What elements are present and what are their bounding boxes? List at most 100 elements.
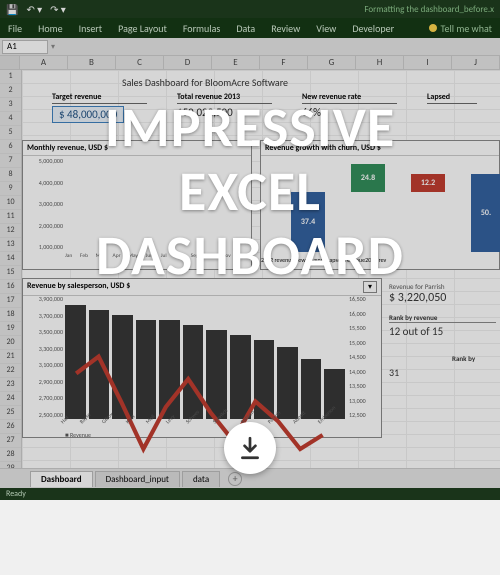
col-header[interactable]: H bbox=[356, 56, 404, 69]
col-header[interactable]: B bbox=[68, 56, 116, 69]
sheet-tab-dashboard-input[interactable]: Dashboard_input bbox=[95, 471, 180, 487]
row-header[interactable]: 22 bbox=[0, 364, 21, 378]
window-titlebar: 💾 ↶ ▾ ↷ ▾ Formatting the dashboard_befor… bbox=[0, 0, 500, 18]
row-header[interactable]: 1 bbox=[0, 70, 21, 84]
row-header[interactable]: 6 bbox=[0, 140, 21, 154]
row-header[interactable]: 8 bbox=[0, 168, 21, 182]
row-headers: 1234567891011121314151617181920212223242… bbox=[0, 70, 22, 468]
chart-legend: ■ Revenue bbox=[65, 431, 91, 439]
tab-data[interactable]: Data bbox=[236, 22, 255, 35]
row-header[interactable]: 12 bbox=[0, 224, 21, 238]
col-header[interactable]: A bbox=[20, 56, 68, 69]
row-header[interactable]: 19 bbox=[0, 322, 21, 336]
row-header[interactable]: 11 bbox=[0, 210, 21, 224]
new-sheet-icon[interactable]: + bbox=[228, 472, 242, 486]
col-header[interactable]: C bbox=[116, 56, 164, 69]
kpi-lapsed: Lapsed bbox=[427, 92, 477, 123]
kpi-total-revenue: Total revenue 2013 $50,023,500 bbox=[177, 92, 272, 123]
select-all-triangle[interactable] bbox=[0, 56, 20, 69]
row-header[interactable]: 5 bbox=[0, 126, 21, 140]
row-header[interactable]: 7 bbox=[0, 154, 21, 168]
tab-formulas[interactable]: Formulas bbox=[183, 22, 220, 35]
row-header[interactable]: 15 bbox=[0, 266, 21, 280]
col-header[interactable]: I bbox=[404, 56, 452, 69]
name-box-dropdown-icon[interactable]: ▾ bbox=[48, 42, 58, 52]
row-header[interactable]: 23 bbox=[0, 378, 21, 392]
bulb-icon bbox=[429, 24, 437, 32]
row-header[interactable]: 20 bbox=[0, 336, 21, 350]
row-header[interactable]: 21 bbox=[0, 350, 21, 364]
kpi-value: $50,023,500 bbox=[177, 106, 272, 119]
row-header[interactable]: 3 bbox=[0, 98, 21, 112]
formula-bar: A1 ▾ bbox=[0, 38, 500, 56]
quick-access-toolbar: 💾 ↶ ▾ ↷ ▾ bbox=[6, 3, 66, 16]
download-button[interactable] bbox=[224, 422, 276, 474]
waterfall-bar: 12.2 bbox=[411, 174, 445, 192]
kpi-label: Total revenue 2013 bbox=[177, 92, 272, 104]
chart-monthly-revenue[interactable]: Monthly revenue, USD $ 5,000,0004,000,00… bbox=[22, 140, 252, 270]
tab-review[interactable]: Review bbox=[271, 22, 300, 35]
column-headers: A B C D E F G H I J bbox=[0, 56, 500, 70]
worksheet-grid: 1234567891011121314151617181920212223242… bbox=[0, 70, 500, 468]
y-axis-right: 16,50016,00015,50015,00014,50014,00013,5… bbox=[349, 295, 379, 419]
tab-developer[interactable]: Developer bbox=[352, 22, 394, 35]
col-header[interactable]: E bbox=[212, 56, 260, 69]
chart-plot-area: 37.4 24.8 12.2 50. bbox=[261, 156, 499, 256]
col-header[interactable]: D bbox=[164, 56, 212, 69]
tell-me-search[interactable]: Tell me what bbox=[429, 22, 492, 35]
rank2-label: Rank by bbox=[452, 354, 500, 363]
row-header[interactable]: 18 bbox=[0, 308, 21, 322]
tab-view[interactable]: View bbox=[316, 22, 336, 35]
row-header[interactable]: 24 bbox=[0, 392, 21, 406]
kpi-value: 66% bbox=[302, 106, 397, 119]
name-box[interactable]: A1 bbox=[2, 40, 48, 54]
sheet-tab-dashboard[interactable]: Dashboard bbox=[30, 471, 93, 487]
extra-value: 31 bbox=[389, 366, 496, 379]
dashboard-title: Sales Dashboard for BloomAcre Software bbox=[122, 76, 288, 89]
chart-revenue-by-salesperson[interactable]: Revenue by salesperson, USD $ ▾ 3,900,00… bbox=[22, 278, 382, 438]
row-header[interactable]: 2 bbox=[0, 84, 21, 98]
waterfall-bar: 24.8 bbox=[351, 164, 385, 192]
chart-plot-area bbox=[65, 295, 345, 419]
row-header[interactable]: 9 bbox=[0, 182, 21, 196]
save-icon[interactable]: 💾 bbox=[6, 3, 18, 16]
y-axis-left: 3,900,0003,700,0003,500,0003,300,0003,10… bbox=[25, 295, 63, 419]
x-axis: JanFebMarAprMayJunJulAugSepOctNovDec bbox=[65, 253, 247, 267]
col-header[interactable]: G bbox=[308, 56, 356, 69]
row-header[interactable]: 26 bbox=[0, 420, 21, 434]
chart-dropdown-icon[interactable]: ▾ bbox=[363, 281, 377, 293]
tab-home[interactable]: Home bbox=[38, 22, 62, 35]
sheet-tab-data[interactable]: data bbox=[182, 471, 220, 487]
row-header[interactable]: 28 bbox=[0, 448, 21, 462]
row-header[interactable]: 16 bbox=[0, 280, 21, 294]
waterfall-bar: 50. bbox=[471, 174, 500, 252]
tab-file[interactable]: File bbox=[8, 22, 22, 35]
chart-revenue-waterfall[interactable]: Revenue growth with churn, USD $ 37.4 24… bbox=[260, 140, 500, 270]
row-header[interactable]: 17 bbox=[0, 294, 21, 308]
undo-icon[interactable]: ↶ ▾ bbox=[26, 3, 42, 16]
redo-icon[interactable]: ↷ ▾ bbox=[50, 3, 66, 16]
row-header[interactable]: 25 bbox=[0, 406, 21, 420]
kpi-row: Target revenue $ 48,000,000 Total revenu… bbox=[52, 92, 500, 123]
col-header[interactable]: F bbox=[260, 56, 308, 69]
row-header[interactable]: 27 bbox=[0, 434, 21, 448]
worksheet-cells[interactable]: Sales Dashboard for BloomAcre Software T… bbox=[22, 70, 500, 468]
chart-title: Monthly revenue, USD $ bbox=[23, 141, 251, 156]
row-header[interactable]: 10 bbox=[0, 196, 21, 210]
rank-label: Rank by revenue bbox=[389, 313, 496, 323]
row-header[interactable]: 4 bbox=[0, 112, 21, 126]
tab-insert[interactable]: Insert bbox=[79, 22, 103, 35]
kpi-label: Target revenue bbox=[52, 92, 147, 104]
chart-title: Revenue growth with churn, USD $ bbox=[261, 141, 499, 156]
x-axis: HallBayseGilroyKnotMollLevySchwesScovitc… bbox=[65, 419, 345, 433]
col-header[interactable]: J bbox=[452, 56, 500, 69]
tab-page-layout[interactable]: Page Layout bbox=[118, 22, 167, 35]
row-header[interactable]: 14 bbox=[0, 252, 21, 266]
trend-line bbox=[65, 295, 345, 575]
y-axis: 5,000,0004,000,0003,000,0002,000,0001,00… bbox=[25, 157, 63, 251]
row-header[interactable]: 13 bbox=[0, 238, 21, 252]
x-axis: 2012 revenueNew revenueLapsed revenue201… bbox=[261, 256, 499, 264]
summary-panel: Revenue for Parrish $ 3,220,050 Rank by … bbox=[385, 278, 500, 383]
kpi-value[interactable]: $ 48,000,000 bbox=[52, 106, 124, 123]
summary-label: Revenue for Parrish bbox=[389, 282, 496, 291]
